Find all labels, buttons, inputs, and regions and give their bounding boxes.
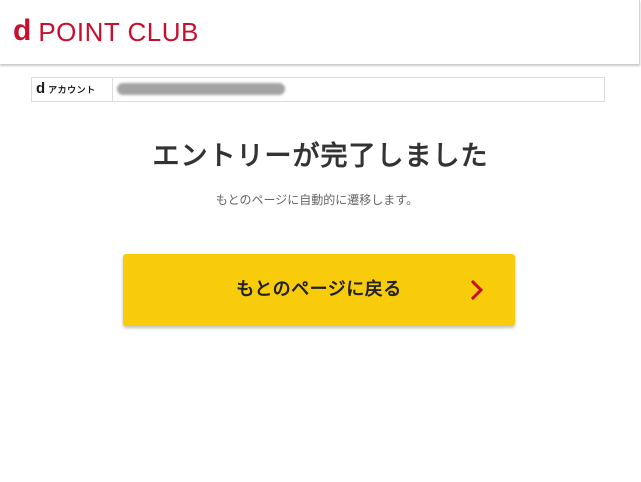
- d-account-label: d アカウント: [32, 78, 113, 101]
- site-header: d POINT CLUB: [0, 0, 640, 64]
- page-title: エントリーが完了しました: [152, 141, 489, 172]
- return-button-label: もとのページに戻る: [236, 279, 402, 300]
- return-to-original-page-button[interactable]: もとのページに戻る: [123, 254, 515, 326]
- logo-text: POINT CLUB: [38, 17, 199, 47]
- account-id-redacted: [117, 83, 285, 95]
- account-bar: d アカウント: [31, 77, 605, 102]
- chevron-right-icon: [470, 279, 484, 301]
- redirect-notice: もとのページに自動的に遷移します。: [215, 193, 419, 207]
- account-label-text: アカウント: [48, 86, 96, 96]
- logo-d-mark: d: [13, 14, 32, 47]
- account-d-mark: d: [36, 80, 46, 97]
- d-point-club-logo[interactable]: d POINT CLUB: [13, 16, 199, 48]
